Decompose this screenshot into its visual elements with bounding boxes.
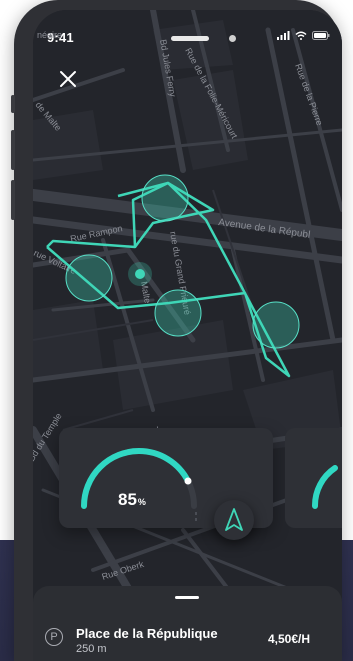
volume-down-button	[11, 180, 15, 220]
signal-icon	[277, 31, 290, 40]
place-price: 4,50€/H	[268, 632, 311, 646]
place-name: Place de la République	[76, 626, 218, 641]
phone-screen: Bd Jules Ferry Rue de la Folie-Méricourt…	[33, 10, 342, 661]
parking-zone-2[interactable]	[65, 254, 113, 302]
front-camera	[229, 35, 236, 42]
mute-switch	[11, 95, 15, 113]
user-location-dot	[135, 269, 145, 279]
status-carrier: néaire	[37, 30, 63, 40]
volume-up-button	[11, 130, 15, 170]
parking-zone-4[interactable]	[252, 301, 300, 349]
gauge-knob	[184, 477, 192, 485]
parking-zone-1[interactable]	[141, 174, 189, 222]
battery-icon	[312, 31, 330, 40]
close-icon[interactable]	[57, 68, 79, 90]
sheet-handle[interactable]	[175, 596, 199, 599]
gauge-value: 85%	[118, 490, 146, 509]
parking-zone-3[interactable]	[154, 289, 202, 337]
place-distance: 250 m	[76, 643, 107, 655]
navigate-button[interactable]	[214, 500, 254, 540]
gauge-ticks	[195, 512, 197, 521]
wifi-icon	[295, 31, 307, 40]
parking-icon: P	[45, 628, 63, 646]
navigation-arrow-icon	[225, 508, 243, 531]
next-gauge	[311, 465, 338, 509]
map-view[interactable]: Bd Jules Ferry Rue de la Folie-Méricourt…	[33, 10, 342, 661]
speaker-grille	[171, 36, 209, 41]
next-gauge-card[interactable]	[285, 428, 342, 528]
status-icons	[277, 31, 330, 40]
parking-bottom-sheet[interactable]: P Place de la République 250 m 4,50€/H	[33, 586, 342, 661]
